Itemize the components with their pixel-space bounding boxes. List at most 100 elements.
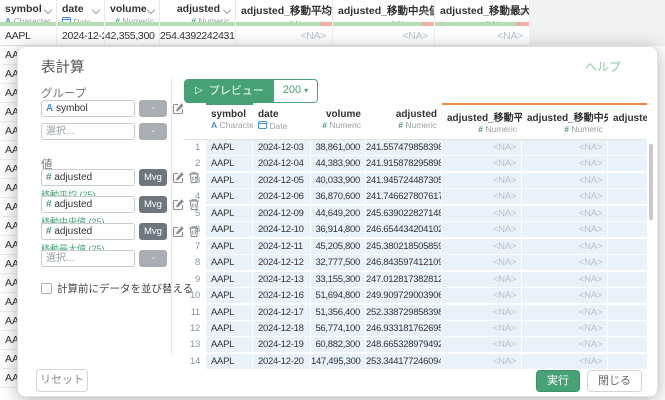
field-input[interactable]: # adjusted <box>41 223 135 240</box>
column-name: date <box>253 109 311 120</box>
aggregation-button[interactable]: - <box>139 250 167 267</box>
row-number-cell: 14 <box>183 354 206 369</box>
bg-column-header-adjusted_移動最大値[interactable]: adjusted_移動最大値# Numeric <box>435 0 530 22</box>
column-name: adjusted_移動中央値 <box>333 3 434 18</box>
preview-table-cell: 2024-12-12 <box>253 255 311 270</box>
character-type-icon: A <box>211 120 217 130</box>
field-input[interactable]: # adjusted <box>41 196 135 213</box>
row-number-cell: 3 <box>183 173 206 188</box>
column-type-label: A Character <box>206 120 253 130</box>
column-name: adjusted <box>366 109 442 120</box>
preview-table-row: 6AAPL2024-12-1036,914,800246.65443420410… <box>183 222 647 237</box>
preview-table-cell: <NA> <box>522 222 608 237</box>
preview-column-header-symbol[interactable]: symbolA Character <box>206 103 253 139</box>
preview-column-header-volume[interactable]: volume# Numeric <box>311 103 366 139</box>
table-cell: 254.439224243164 <box>160 26 236 46</box>
column-type-label: Date <box>253 120 311 131</box>
preview-table-cell: 2024-12-06 <box>253 189 311 204</box>
column-name: volume <box>311 109 366 120</box>
close-button[interactable]: 閉じる <box>587 370 642 392</box>
row-number-cell: 8 <box>183 255 206 270</box>
preview-table-cell: 40,033,900 <box>311 173 366 188</box>
numeric-type-icon: # <box>478 124 483 134</box>
select-field-input[interactable]: 選択... <box>41 123 135 140</box>
select-field-input[interactable]: 選択... <box>41 250 135 267</box>
vertical-scrollbar-thumb[interactable] <box>649 144 653 220</box>
sort-before-calc-checkbox[interactable] <box>41 283 52 294</box>
preview-table-cell: 44,649,200 <box>311 206 366 221</box>
preview-table-cell: 2024-12-20 <box>253 354 311 369</box>
run-button[interactable]: 実行 <box>536 370 580 392</box>
preview-table-cell: 2024-12-16 <box>253 288 311 303</box>
preview-table-row: 3AAPL2024-12-0540,033,900241.94572448730… <box>183 173 647 188</box>
preview-table-cell: 36,914,800 <box>311 222 366 237</box>
preview-table-row: 5AAPL2024-12-0944,649,200245.63902282714… <box>183 206 647 221</box>
preview-table-cell: <NA> <box>608 222 647 237</box>
preview-table-cell: 247.012817382812 <box>366 272 442 287</box>
preview-table-row: 2AAPL2024-12-0444,383,900241.91587829589… <box>183 156 647 171</box>
bg-column-header-volume[interactable]: volume# Numeric <box>105 0 160 22</box>
column-name: adjusted_移動平均 <box>236 3 332 18</box>
bg-column-header-adjusted_移動中央値[interactable]: adjusted_移動中央値# Numeric <box>333 0 435 22</box>
field-input[interactable]: # adjusted <box>41 169 135 186</box>
reset-button[interactable]: リセット <box>36 369 88 392</box>
aggregation-button[interactable]: - <box>139 100 167 117</box>
preview-table-cell: 147,495,300 <box>311 354 366 369</box>
preview-table-cell: AAPL <box>206 222 253 237</box>
column-type-label: # Numeric <box>608 124 647 134</box>
preview-table: symbolA Characterdate Datevolume# Numeri… <box>183 103 647 373</box>
table-cell: 42,355,300 <box>105 26 160 46</box>
preview-table-cell: <NA> <box>442 156 522 171</box>
preview-button-label: プレビュー <box>209 81 264 101</box>
preview-table-cell: 2024-12-17 <box>253 305 311 320</box>
preview-table-cell: <NA> <box>522 255 608 270</box>
aggregation-button[interactable]: - <box>139 123 167 140</box>
preview-table-cell: <NA> <box>522 321 608 336</box>
row-number-cell: 5 <box>183 206 206 221</box>
column-name: adjusted_移動中央値 <box>522 109 608 124</box>
group-column-marker <box>206 103 253 105</box>
preview-table-cell: <NA> <box>608 337 647 352</box>
preview-column-header-adjusted[interactable]: adjusted# Numeric <box>366 103 442 139</box>
table-empty-area <box>530 0 665 46</box>
preview-table-cell: 44,383,900 <box>311 156 366 171</box>
preview-table-cell: 2024-12-18 <box>253 321 311 336</box>
bg-column-header-date[interactable]: date Date <box>57 0 105 22</box>
numeric-type-icon: # <box>46 199 52 210</box>
column-name: adjusted_移動最大値 <box>608 109 647 124</box>
help-link[interactable]: ヘルプ <box>585 58 621 75</box>
row-number-cell: 1 <box>183 140 206 155</box>
aggregation-button[interactable]: Mvg <box>139 196 167 213</box>
preview-table-cell: 2024-12-04 <box>253 156 311 171</box>
preview-table-cell: 2024-12-05 <box>253 173 311 188</box>
preview-column-header-adjusted_移動平均[interactable]: adjusted_移動平均# Numeric <box>442 103 522 139</box>
preview-table-cell: AAPL <box>206 173 253 188</box>
preview-limit-dropdown[interactable]: 200 ▾ <box>274 80 317 102</box>
preview-table-cell: 60,882,300 <box>311 337 366 352</box>
preview-table-cell: <NA> <box>442 354 522 369</box>
bg-column-header-adjusted[interactable]: adjusted# Numeric <box>160 0 236 22</box>
preview-table-cell: <NA> <box>522 272 608 287</box>
preview-table-cell: AAPL <box>206 206 253 221</box>
aggregation-button[interactable]: Mvg <box>139 223 167 240</box>
preview-table-cell: AAPL <box>206 337 253 352</box>
field-input[interactable]: A symbol <box>41 100 135 117</box>
numeric-type-icon: # <box>46 172 52 183</box>
new-column-marker <box>608 103 647 105</box>
preview-button[interactable]: ▷ プレビュー <box>185 80 274 102</box>
bg-column-header-symbol[interactable]: symbolA Character <box>0 0 57 22</box>
preview-table-cell: 45,205,800 <box>311 239 366 254</box>
preview-column-header-adjusted_移動中央値[interactable]: adjusted_移動中央値# Numeric <box>522 103 608 139</box>
preview-column-header-date[interactable]: date Date <box>253 103 311 139</box>
aggregation-button[interactable]: Mvg <box>139 169 167 186</box>
preview-table-cell: <NA> <box>608 239 647 254</box>
preview-table-cell: 2024-12-03 <box>253 140 311 155</box>
preview-column-header-adjusted_移動最大値[interactable]: adjusted_移動最大値# Numeric <box>608 103 647 139</box>
preview-table-row: 11AAPL2024-12-1751,356,400252.3387298583… <box>183 305 647 320</box>
preview-table-cell: 241.746627807617 <box>366 189 442 204</box>
dialog-title: 表計算 <box>41 56 85 77</box>
preview-table-cell: 56,774,100 <box>311 321 366 336</box>
table-cell: <NA> <box>236 26 333 46</box>
bg-column-header-adjusted_移動平均[interactable]: adjusted_移動平均# Numeric <box>236 0 333 22</box>
preview-table-cell: AAPL <box>206 156 253 171</box>
